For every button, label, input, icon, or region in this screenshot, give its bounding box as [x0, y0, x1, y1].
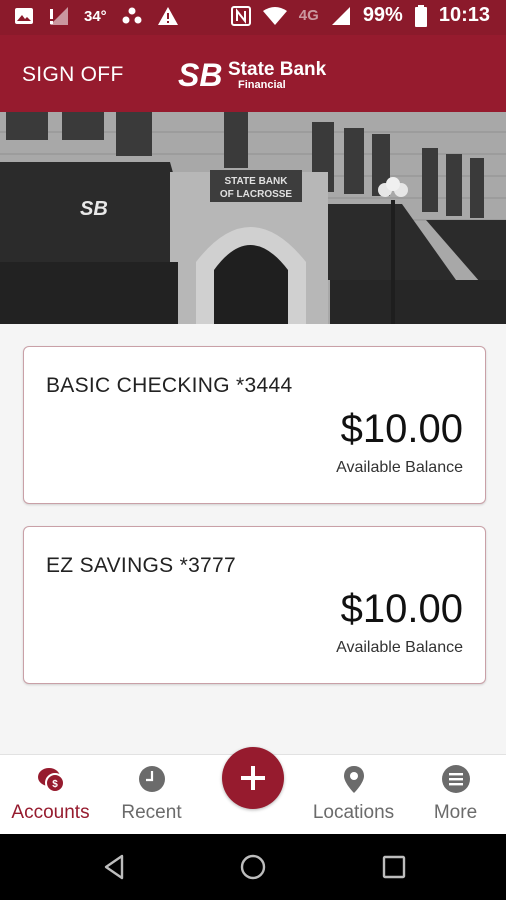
- svg-text:OF LACROSSE: OF LACROSSE: [220, 189, 293, 200]
- home-icon[interactable]: [238, 852, 268, 882]
- system-nav-bar: [0, 834, 506, 900]
- tab-label: Recent: [121, 802, 182, 823]
- tab-label: More: [433, 802, 478, 823]
- sign-off-button[interactable]: SIGN OFF: [22, 63, 124, 87]
- account-name: BASIC CHECKING *3444: [46, 374, 293, 397]
- menu-icon: [441, 765, 470, 793]
- tab-recent[interactable]: Recent: [101, 755, 202, 835]
- svg-text:$: $: [52, 779, 58, 790]
- accounts-icon: $: [37, 768, 65, 793]
- plus-icon: [241, 766, 265, 790]
- nfc-icon: [230, 5, 251, 26]
- tab-locations[interactable]: Locations: [303, 755, 404, 835]
- map-pin-icon: [343, 766, 364, 793]
- wifi-icon: [262, 6, 287, 25]
- tab-accounts[interactable]: $ Accounts: [0, 755, 101, 835]
- account-name: EZ SAVINGS *3777: [46, 554, 236, 577]
- tab-label: Accounts: [11, 802, 90, 823]
- add-action-button[interactable]: [222, 747, 284, 809]
- accounts-list: BASIC CHECKING *3444 $10.00 Available Ba…: [0, 324, 506, 754]
- app-header: SIGN OFF SB State Bank Financial: [0, 35, 506, 112]
- back-icon[interactable]: [100, 852, 130, 882]
- account-card-savings[interactable]: EZ SAVINGS *3777 $10.00 Available Balanc…: [23, 526, 486, 684]
- recents-icon[interactable]: [379, 852, 409, 882]
- battery-percent: 99%: [362, 4, 403, 26]
- account-balance: $10.00: [340, 587, 463, 631]
- clock-icon: [138, 766, 165, 792]
- hero-bank-photo: SB STATE BANK OF LACROSSE: [0, 112, 506, 324]
- temperature-text: 34°: [84, 7, 107, 25]
- clock-time: 10:13: [438, 4, 490, 26]
- image-icon: [15, 8, 33, 24]
- account-card-checking[interactable]: BASIC CHECKING *3444 $10.00 Available Ba…: [23, 346, 486, 504]
- status-bar: 34° 4G 99% 10:13: [0, 0, 506, 35]
- network-type: 4G: [298, 7, 319, 24]
- cell-signal-icon: [331, 6, 350, 25]
- weather-icon: [122, 7, 142, 24]
- svg-text:SB: SB: [178, 57, 222, 93]
- signal-alert-icon: [50, 7, 68, 25]
- tab-label: Locations: [312, 802, 395, 823]
- svg-text:Financial: Financial: [238, 79, 286, 91]
- available-balance-label: Available Balance: [336, 639, 463, 656]
- battery-icon: [414, 4, 427, 27]
- warning-icon: [157, 7, 178, 25]
- available-balance-label: Available Balance: [336, 459, 463, 476]
- tab-more[interactable]: More: [405, 755, 506, 835]
- svg-text:SB: SB: [80, 198, 108, 220]
- account-balance: $10.00: [340, 407, 463, 451]
- state-bank-logo: SB State Bank Financial: [178, 57, 327, 93]
- svg-text:State Bank: State Bank: [228, 59, 327, 80]
- svg-text:STATE BANK: STATE BANK: [225, 176, 289, 187]
